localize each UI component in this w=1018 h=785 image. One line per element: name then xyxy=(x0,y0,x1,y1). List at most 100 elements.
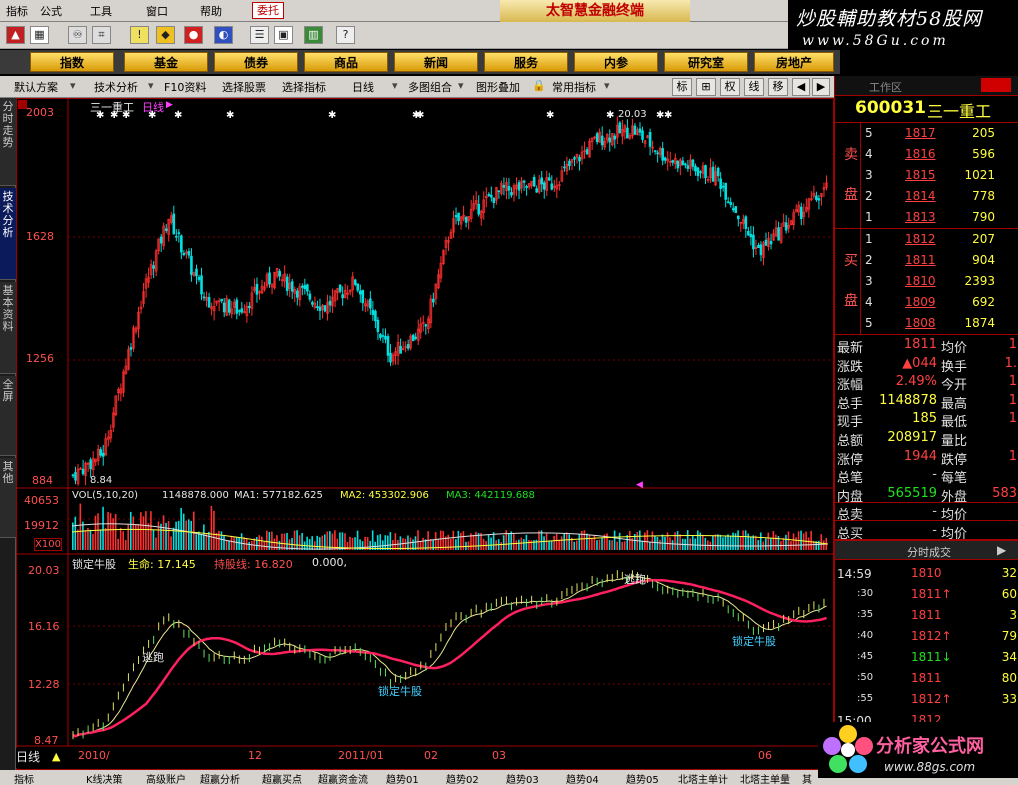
volume-bar xyxy=(694,538,697,550)
candle-body xyxy=(341,294,344,299)
close-icon[interactable] xyxy=(981,78,1011,92)
line-button[interactable]: 线 xyxy=(744,78,764,96)
menu-formula[interactable]: 公式 xyxy=(40,3,62,19)
nav-fund[interactable]: 基金 xyxy=(124,52,208,72)
btab-2[interactable]: 高级账户 xyxy=(146,771,186,785)
trade-button[interactable]: 委托 xyxy=(252,2,284,19)
xaxis-menu-icon[interactable]: ▲ xyxy=(52,750,60,763)
btab-6[interactable]: 趋势01 xyxy=(386,771,419,785)
candle-body xyxy=(517,182,521,191)
dropdown-arrow-icon[interactable]: ▾ xyxy=(458,79,464,92)
blue-icon[interactable]: ◐ xyxy=(214,26,233,44)
candle-body xyxy=(353,279,357,285)
btab-11[interactable]: 北塔主单计 xyxy=(678,771,728,785)
binoculars-icon[interactable]: ♾ xyxy=(68,26,87,44)
btab-13[interactable]: 其 xyxy=(802,771,812,785)
rights-button[interactable]: 权 xyxy=(720,78,740,96)
btab-12[interactable]: 北塔主单量 xyxy=(740,771,790,785)
overlay-button[interactable]: 图形叠加 xyxy=(476,79,520,95)
nav-commodity[interactable]: 商品 xyxy=(304,52,388,72)
red-icon[interactable]: ● xyxy=(184,26,203,44)
volume-bar xyxy=(165,522,167,550)
dropdown-arrow-icon[interactable]: ▾ xyxy=(392,79,398,92)
alert-icon[interactable]: ! xyxy=(130,26,149,44)
candle-body xyxy=(356,283,360,291)
help-icon[interactable]: ? xyxy=(336,26,355,44)
volume-bar xyxy=(739,536,742,550)
nav-research[interactable]: 研究室 xyxy=(664,52,748,72)
tab-other[interactable]: 其他 xyxy=(0,458,16,538)
vol-ma2: MA2: 453302.906 xyxy=(340,490,429,501)
sell-level: 1 xyxy=(865,210,873,224)
btab-3[interactable]: 超赢分析 xyxy=(200,771,240,785)
menu-window[interactable]: 窗口 xyxy=(146,3,168,19)
scheme-select[interactable]: 默认方案 xyxy=(14,79,58,95)
multi-chart-select[interactable]: 多图组合 xyxy=(408,79,452,95)
dropdown-arrow-icon[interactable]: ▾ xyxy=(70,79,76,92)
volume-bar xyxy=(568,534,571,550)
nav-bond[interactable]: 债券 xyxy=(214,52,298,72)
grid-icon[interactable]: ▦ xyxy=(30,26,49,44)
btab-10[interactable]: 趋势05 xyxy=(626,771,659,785)
btab-8[interactable]: 趋势03 xyxy=(506,771,539,785)
btab-0[interactable]: 指标 xyxy=(14,771,34,785)
volume-bar xyxy=(112,518,114,550)
period-select[interactable]: 日线 xyxy=(352,79,374,95)
menu-help[interactable]: 帮助 xyxy=(200,3,222,19)
rise-icon[interactable]: ▲ xyxy=(6,26,25,44)
volume-bar xyxy=(248,541,250,550)
nav-news[interactable]: 新闻 xyxy=(394,52,478,72)
nav-index[interactable]: 指数 xyxy=(30,52,114,72)
crosshair-icon[interactable]: ⊞ xyxy=(696,78,716,96)
nav-realestate[interactable]: 房地产 xyxy=(754,52,834,72)
btab-5[interactable]: 超赢资金流 xyxy=(318,771,368,785)
candle-body xyxy=(182,252,186,256)
next-icon[interactable]: ▶ xyxy=(812,78,830,96)
common-indicator-select[interactable]: 常用指标 xyxy=(552,79,596,95)
star-marker: ✱ xyxy=(606,110,614,121)
star-marker: ✱ xyxy=(328,110,336,121)
f10-button[interactable]: F10资料 xyxy=(164,79,206,95)
expand-arrow-icon[interactable]: ▶ xyxy=(997,543,1006,557)
xaxis-period[interactable]: 日线 xyxy=(16,748,56,768)
btab-9[interactable]: 趋势04 xyxy=(566,771,599,785)
move-button[interactable]: 移 xyxy=(768,78,788,96)
volume-bar xyxy=(822,540,825,550)
candle-body xyxy=(595,133,599,143)
candle-body xyxy=(681,160,685,165)
diamond-icon[interactable]: ◆ xyxy=(156,26,175,44)
stock-name: 三一重工 xyxy=(927,102,992,121)
window-icon[interactable]: ▣ xyxy=(274,26,293,44)
lock-icon[interactable]: 🔒 xyxy=(532,79,546,92)
prev-icon[interactable]: ◀ xyxy=(792,78,810,96)
volume-bar xyxy=(623,541,626,550)
tech-analysis-select[interactable]: 技术分析 xyxy=(94,79,138,95)
tick-price: 1812↑ xyxy=(911,692,952,706)
list-icon[interactable]: ☰ xyxy=(250,26,269,44)
chart-icon[interactable]: ⌗ xyxy=(92,26,111,44)
volume-bar xyxy=(89,529,92,550)
sell-price: 1815 xyxy=(905,168,936,182)
tab-intraday[interactable]: 分时走势 xyxy=(0,98,16,186)
candle-body xyxy=(497,190,501,193)
btab-4[interactable]: 超赢买点 xyxy=(262,771,302,785)
btab-7[interactable]: 趋势02 xyxy=(446,771,479,785)
candle-body xyxy=(699,171,702,173)
mark-button[interactable]: 标 xyxy=(672,78,692,96)
nav-insider[interactable]: 内参 xyxy=(574,52,658,72)
menu-tools[interactable]: 工具 xyxy=(90,3,112,19)
ticks-header[interactable]: 分时成交 ▶ xyxy=(835,540,1018,560)
menu-indicator[interactable]: 指标 xyxy=(6,3,28,19)
btab-1[interactable]: K线决策 xyxy=(86,771,123,785)
dropdown-arrow-icon[interactable]: ▾ xyxy=(148,79,154,92)
tick-vol: 33 xyxy=(1001,692,1017,706)
dropdown-arrow-icon[interactable]: ▾ xyxy=(604,79,610,92)
select-stock-button[interactable]: 选择股票 xyxy=(222,79,266,95)
chart-area[interactable]: ✱ ✱ ✱ ✱ ✱ ✱ ✱ ✱ ✱ ✱ ✱ ✱ ✱ ◀ ▶ 三一重工 日线 2003 1628 1256 8… xyxy=(16,98,834,770)
books-icon[interactable]: ▥ xyxy=(304,26,323,44)
tab-technical[interactable]: 技术分析 xyxy=(0,188,16,280)
tab-fullscreen[interactable]: 全屏 xyxy=(0,376,16,456)
select-indicator-button[interactable]: 选择指标 xyxy=(282,79,326,95)
nav-service[interactable]: 服务 xyxy=(484,52,568,72)
tab-fundamentals[interactable]: 基本资料 xyxy=(0,282,16,374)
